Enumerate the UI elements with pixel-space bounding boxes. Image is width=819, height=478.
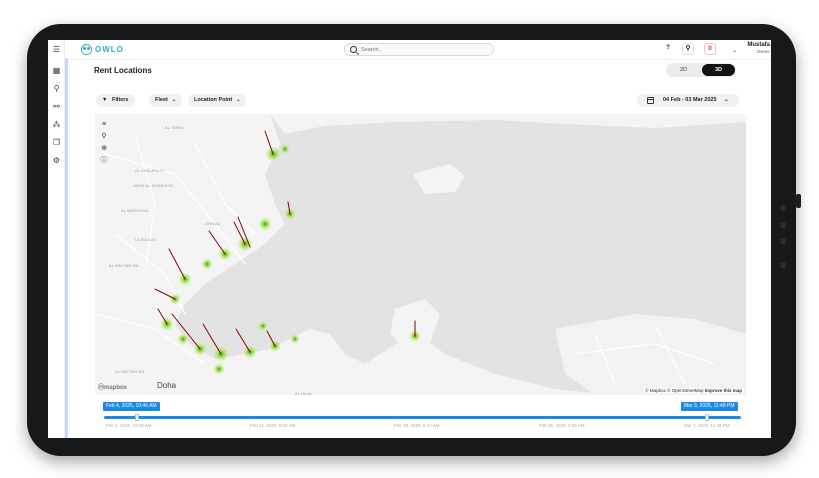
- improve-map-link[interactable]: Improve this map: [705, 388, 742, 393]
- toggle-2d[interactable]: 2D: [667, 64, 700, 76]
- app-screen: ☰ ▦ ⚲ ⚯ ⁂ ❐ ⚙ OWLO ? ⚲ 0 ⌄ Mustafa Owner…: [48, 40, 771, 438]
- tablet-camera: [780, 205, 786, 211]
- city-label: Doha: [157, 381, 177, 390]
- map-canvas[interactable]: AL TARFA AL KHALIFA ST HAZM AL MARKHIYA …: [95, 114, 746, 395]
- map-place-label: AL TARFA: [165, 126, 185, 130]
- timeline-tick-label: Feb 18, 2025, 5:17 AM: [394, 423, 440, 428]
- location-point-dropdown[interactable]: Location Point ⌄: [188, 94, 247, 107]
- map-place-label: HAZM AL MARKHIYA: [133, 184, 173, 188]
- timeline-start-handle[interactable]: [135, 414, 139, 421]
- filters-button[interactable]: ▼ Filters: [96, 94, 135, 107]
- timeline-tick-label: Feb 4, 2025, 10:46 AM: [106, 423, 152, 428]
- timeline-end-handle[interactable]: [705, 414, 709, 421]
- tablet-sensor: [780, 262, 786, 268]
- fleet-label: Fleet: [155, 97, 168, 103]
- chevron-down-icon: ⌄: [724, 97, 729, 103]
- chevron-down-icon: ⌄: [171, 97, 177, 103]
- toggle-3d[interactable]: 3D: [702, 64, 735, 76]
- logo-text: OWLO: [95, 45, 124, 54]
- page-title: Rent Locations: [94, 66, 152, 75]
- map-place-label: AL HILAL: [295, 392, 313, 395]
- mapbox-logo: ⓜmapbox: [98, 385, 128, 391]
- map-place-label: LEJBAILAT: [135, 238, 157, 242]
- network-icon[interactable]: ⁂: [52, 120, 61, 129]
- search-box[interactable]: [344, 43, 494, 56]
- search-icon: [350, 46, 357, 53]
- attribution-osm[interactable]: © OpenStreetMap: [667, 388, 703, 393]
- sidebar-accent-bar: [65, 58, 68, 438]
- search-input[interactable]: [361, 45, 481, 55]
- map-place-label: AL RAYYAN RD: [115, 370, 145, 374]
- timeline-start-badge: Feb 4, 2025, 10:46 AM: [103, 402, 160, 411]
- timeline-tick-label: Feb 11, 2025, 8:02 AM: [250, 423, 296, 428]
- timeline-tick-label: Mar 3, 2025, 11:48 PM: [684, 423, 730, 428]
- filter-icon: ▼: [102, 97, 108, 103]
- map-place-label: AL KHALIFA ST: [135, 169, 165, 173]
- top-bar: OWLO ? ⚲ 0 ⌄ Mustafa Owner: [68, 40, 771, 60]
- calendar-icon: [647, 97, 654, 104]
- user-role: Owner: [756, 49, 770, 54]
- location-point-label: Location Point: [194, 97, 233, 103]
- timeline-track[interactable]: [104, 416, 741, 419]
- zone-icon[interactable]: ⚲: [682, 43, 694, 55]
- search-icon[interactable]: ⚲: [100, 133, 108, 141]
- date-range-label: 04 Feb - 03 Mar 2025: [663, 97, 717, 103]
- documents-icon[interactable]: ❐: [52, 138, 61, 147]
- map-graphic: [95, 114, 746, 395]
- chevron-down-icon: ⌄: [236, 97, 241, 103]
- map-attribution: © Mapbox © OpenStreetMap Improve this ma…: [643, 388, 744, 393]
- map-toolbar: ≡ ⚲ ⊕ ⓘ: [100, 121, 109, 169]
- notification-button[interactable]: 0: [704, 43, 716, 55]
- help-button[interactable]: ?: [662, 43, 674, 55]
- timeline-end-badge: Mar 3, 2025, 11:48 PM: [681, 402, 738, 411]
- user-menu[interactable]: Mustafa Owner: [734, 42, 770, 54]
- map-place-label: AL MARKHIYA: [121, 209, 149, 213]
- mapbox-logo-text: mapbox: [104, 385, 128, 391]
- tablet-side-button: [796, 194, 801, 208]
- date-range-picker[interactable]: 04 Feb - 03 Mar 2025 ⌄: [637, 94, 739, 107]
- logo[interactable]: OWLO: [81, 44, 124, 55]
- user-name: Mustafa: [747, 42, 770, 48]
- filters-label: Filters: [111, 97, 129, 103]
- info-icon[interactable]: ⓘ: [100, 157, 108, 165]
- tablet-sensor: [780, 222, 786, 228]
- timeline-tick-label: Feb 25, 2025, 2:33 AM: [539, 423, 585, 428]
- locate-icon[interactable]: ⊕: [100, 145, 108, 153]
- fleet-dropdown[interactable]: Fleet ⌄: [149, 94, 183, 107]
- menu-icon[interactable]: ☰: [52, 45, 61, 54]
- gear-icon[interactable]: ⚙: [52, 156, 61, 165]
- bike-icon[interactable]: ⚲: [52, 84, 61, 93]
- attribution-mapbox[interactable]: © Mapbox: [645, 388, 666, 393]
- scooter-icon[interactable]: ⚯: [52, 102, 61, 111]
- view-toggle: 2D 3D: [666, 63, 736, 77]
- sidebar-rail: ☰ ▦ ⚲ ⚯ ⁂ ❐ ⚙: [48, 40, 65, 438]
- map-place-label: AL RAYYAN RD: [109, 264, 139, 268]
- map-icon[interactable]: ▦: [52, 66, 61, 75]
- owl-logo-icon: [81, 44, 92, 55]
- tablet-sensor: [780, 238, 786, 244]
- map-place-label: ONAIZA: [205, 222, 221, 226]
- layers-icon[interactable]: ≡: [100, 121, 108, 129]
